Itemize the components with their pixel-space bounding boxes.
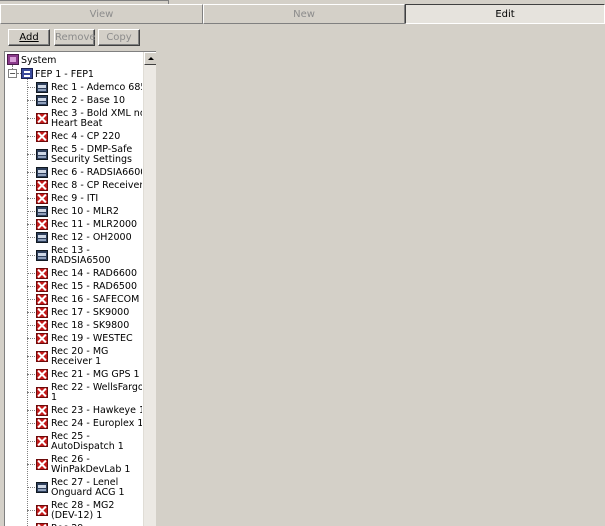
tree-connector <box>27 172 35 173</box>
receiver-error-icon <box>36 268 48 279</box>
receiver-error-icon <box>36 281 48 292</box>
receiver-error-icon <box>36 180 48 191</box>
tree-connector <box>27 255 35 256</box>
tree-connector <box>27 464 35 465</box>
tree-connector <box>27 198 35 199</box>
receiver-error-icon <box>36 131 48 142</box>
remove-button[interactable]: Remove <box>54 29 96 46</box>
tree-node-label: Rec 22 - WellsFargo <box>51 382 142 393</box>
tree-node-label: Rec 6 - RADSIA6600 <box>51 167 142 178</box>
receiver-error-icon <box>36 418 48 429</box>
receiver-icon <box>36 149 48 160</box>
tree-connector <box>27 79 28 526</box>
tree-node-label: Rec 14 - RAD6600 <box>51 268 138 279</box>
tree-connector <box>27 185 35 186</box>
tree-node-label: Rec 10 - MLR2 <box>51 206 119 217</box>
receiver-error-icon <box>36 294 48 305</box>
tab-new[interactable]: New <box>203 4 405 24</box>
add-button[interactable]: Add <box>8 29 50 46</box>
tree-node-label: System <box>21 55 57 66</box>
system-icon <box>7 54 19 65</box>
receiver-error-icon <box>36 387 48 398</box>
receiver-error-icon <box>36 505 48 516</box>
fep-icon <box>21 68 33 79</box>
tree-node-label: 1 <box>51 392 58 403</box>
receiver-error-icon <box>36 436 48 447</box>
tree-node-label: Heart Beat <box>51 118 103 129</box>
tree-node-label: Rec 17 - SK9000 <box>51 307 130 318</box>
tree-node-label: Security Settings <box>51 154 132 165</box>
receiver-error-icon <box>36 369 48 380</box>
arrow-up-icon <box>148 57 154 60</box>
tree-connector <box>27 237 35 238</box>
tree-connector <box>27 441 35 442</box>
tree-connector <box>27 356 35 357</box>
receiver-error-icon <box>36 320 48 331</box>
tree-scrollbar[interactable] <box>143 52 156 526</box>
receiver-error-icon <box>36 333 48 344</box>
tree-connector <box>27 423 35 424</box>
system-tree[interactable]: System − FEP 1 - FEP1 Rec 1 - Ademco 685… <box>4 51 156 526</box>
copy-button[interactable]: Copy <box>98 29 140 46</box>
tree-connector <box>27 136 35 137</box>
tab-edit[interactable]: Edit <box>405 4 605 24</box>
tree-connector <box>27 273 35 274</box>
tree-node-label: Rec 15 - RAD6500 <box>51 281 138 292</box>
tree-connector <box>27 312 35 313</box>
tree-connector <box>27 286 35 287</box>
tree-connector <box>27 338 35 339</box>
tree-connector <box>27 211 35 212</box>
tree-node-label: Rec 12 - OH2000 <box>51 232 132 243</box>
receiver-error-icon <box>36 193 48 204</box>
tree-node-label: Rec 9 - ITI <box>51 193 99 204</box>
tree-node-label: Rec 23 - Hawkeye 1 <box>51 405 142 416</box>
receiver-error-icon <box>36 307 48 318</box>
tree-node-label: Rec 4 - CP 220 <box>51 131 121 142</box>
tree-connector <box>27 118 35 119</box>
tree-connector <box>27 154 35 155</box>
tree-connector <box>27 100 35 101</box>
tree-connector <box>27 224 35 225</box>
receiver-error-icon <box>36 219 48 230</box>
receiver-error-icon <box>36 405 48 416</box>
tree-node-label: Rec 18 - SK9800 <box>51 320 130 331</box>
receiver-icon <box>36 250 48 261</box>
receiver-icon <box>36 167 48 178</box>
tree-node-label: WinPakDevLab 1 <box>51 464 131 475</box>
tree-node-label: Rec 8 - CP Receiver <box>51 180 142 191</box>
receiver-icon <box>36 482 48 493</box>
scroll-up-button[interactable] <box>144 52 156 65</box>
receiver-icon <box>36 95 48 106</box>
tree-node-label: FEP 1 - FEP1 <box>35 69 94 80</box>
tree-connector <box>27 374 35 375</box>
tree-node-label: Rec 1 - Ademco 685 <box>51 82 142 93</box>
tree-connector <box>27 299 35 300</box>
tree-content: System − FEP 1 - FEP1 Rec 1 - Ademco 685… <box>5 52 142 526</box>
tree-node-label: Rec 11 - MLR2000 <box>51 219 138 230</box>
receiver-icon <box>36 232 48 243</box>
receiver-icon <box>36 206 48 217</box>
tree-node-label: Rec 2 - Base 10 <box>51 95 126 106</box>
tree-node-label: Rec 24 - Europlex 1 <box>51 418 142 429</box>
receiver-error-icon <box>36 351 48 362</box>
tree-node-label: RADSIA6500 <box>51 255 111 266</box>
receiver-error-icon <box>36 459 48 470</box>
tab-view[interactable]: View <box>0 4 203 24</box>
tree-node-label: Onguard ACG 1 <box>51 487 125 498</box>
tree-node-label: (DEV-12) 1 <box>51 510 103 521</box>
tree-node-label: Rec 19 - WESTEC <box>51 333 133 344</box>
tree-node-label: Rec 21 - MG GPS 1 <box>51 369 140 380</box>
collapse-fep-button[interactable]: − <box>8 69 17 78</box>
tree-connector <box>27 510 35 511</box>
tree-connector <box>27 410 35 411</box>
tree-node-label: AutoDispatch 1 <box>51 441 124 452</box>
tree-node-label: Receiver 1 <box>51 356 102 367</box>
receiver-icon <box>36 82 48 93</box>
receiver-error-icon <box>36 113 48 124</box>
tree-connector <box>27 87 35 88</box>
tree-connector <box>27 392 35 393</box>
tree-connector <box>27 487 35 488</box>
tree-connector <box>27 325 35 326</box>
tree-node-label: Rec 16 - SAFECOM <box>51 294 140 305</box>
